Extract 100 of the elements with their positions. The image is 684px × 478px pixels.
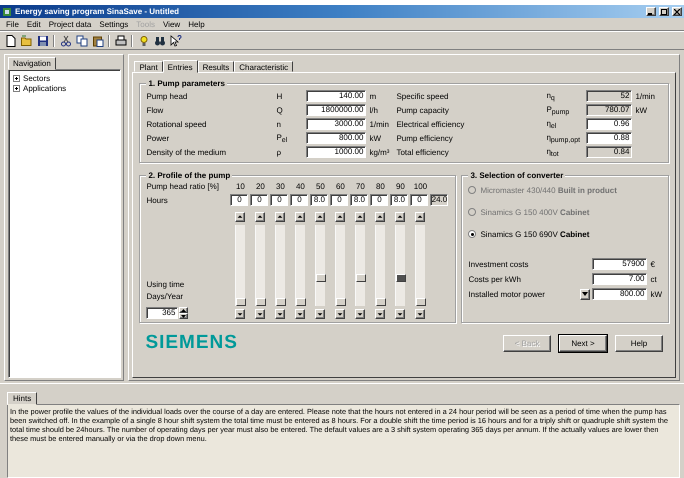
hours-field[interactable]: 0 [410,194,428,206]
unit-label: kW [649,290,662,298]
slider-down-button[interactable] [355,309,366,319]
field-label: Using time [146,280,186,289]
field-label: Investment costs [468,260,530,268]
slider-up-button[interactable] [315,212,326,222]
column-label: 30 [274,182,286,191]
input-field[interactable]: 0.88 [586,132,632,144]
tab[interactable]: Entries [162,60,198,73]
menu-item[interactable]: File [2,20,23,28]
input-field[interactable]: 800.00 [592,288,648,300]
slider-down-button[interactable] [295,309,306,319]
output-field: 780.07 [586,104,632,116]
field-label: Power [146,134,170,142]
minimize-button[interactable] [646,7,656,16]
input-field[interactable]: 800.00 [306,132,366,144]
menu-item[interactable]: Settings [95,20,132,28]
window-title: Energy saving program SinaSave - Untitled [15,7,180,16]
slider-down-button[interactable] [335,309,346,319]
tab[interactable]: Characteristic [234,61,294,72]
tree-item[interactable]: Sectors [23,74,50,82]
slider-up-button[interactable] [415,212,426,222]
expand-icon[interactable] [13,84,20,92]
field-label: Electrical efficiency [396,120,466,128]
field-label: Flow [146,106,164,114]
input-field[interactable]: 1800000.00 [306,104,366,116]
hours-field[interactable]: 8.0 [350,194,368,206]
slider-thumb[interactable] [396,274,406,282]
slider-down-button[interactable] [395,309,406,319]
slider-up-button[interactable] [255,212,266,222]
slider-up-button[interactable] [275,212,286,222]
slider-thumb[interactable] [296,298,306,306]
field-label: Pump head [146,92,188,100]
hints-tab[interactable]: Hints [7,392,38,405]
slider-down-button[interactable] [315,309,326,319]
hours-field[interactable]: 0 [230,194,248,206]
field-label: Total efficiency [396,148,450,156]
slider-up-button[interactable] [335,212,346,222]
printer-icon[interactable] [113,33,128,48]
slider-thumb[interactable] [356,274,366,282]
hours-field[interactable]: 8.0 [390,194,408,206]
slider-thumb[interactable] [376,298,386,306]
scissors-icon[interactable] [58,33,73,48]
dialog-button[interactable]: Help [615,334,663,352]
hours-field[interactable]: 0 [250,194,268,206]
unit-label: l/h [368,106,379,114]
dialog-button[interactable]: Next > [559,334,607,352]
symbol-label: η$_{el}$ [546,118,558,130]
slider-up-button[interactable] [355,212,366,222]
slider-up-button[interactable] [375,212,386,222]
slider-down-button[interactable] [255,309,266,319]
slider-up-button[interactable] [235,212,246,222]
days-field[interactable]: 365 [146,307,178,319]
close-button[interactable] [672,7,682,16]
folder-icon[interactable] [19,33,34,48]
unit-label: kg/m³ [368,148,390,156]
input-field[interactable]: 57900 [592,258,648,270]
menu-item[interactable]: Edit [22,20,45,28]
symbol-label: ρ [276,148,282,156]
slider-up-button[interactable] [295,212,306,222]
radio-button[interactable] [468,230,476,238]
radio-label: Sinamics G 150 400V Cabinet [480,208,590,216]
hours-field[interactable]: 0 [370,194,388,206]
tree-item[interactable]: Applications [23,84,66,92]
help-pointer-icon[interactable] [168,33,183,48]
expand-icon[interactable] [13,74,20,82]
input-field[interactable]: 7.00 [592,273,648,285]
menu-item[interactable]: Help [184,20,209,28]
slider-down-button[interactable] [415,309,426,319]
slider-thumb[interactable] [316,274,326,282]
tab[interactable]: Plant [134,61,163,72]
group-title: 3. Selection of converter [468,171,566,180]
input-field[interactable]: 0.96 [586,118,632,130]
slider-thumb[interactable] [276,298,286,306]
input-field[interactable]: 3000.00 [306,118,366,130]
input-field[interactable]: 1000.00 [306,146,366,158]
maximize-button[interactable] [659,7,669,16]
dropdown-button[interactable] [580,288,590,300]
slider-down-button[interactable] [375,309,386,319]
hours-field[interactable]: 8.0 [310,194,328,206]
slider-down-button[interactable] [275,309,286,319]
input-field[interactable]: 140.00 [306,90,366,102]
hours-field[interactable]: 0 [330,194,348,206]
tab[interactable]: Results [198,61,234,72]
field-label: Costs per kWh [468,274,522,284]
menu-item[interactable]: Project data [44,20,96,28]
menu-item[interactable]: View [158,20,184,28]
slider-down-button[interactable] [235,309,246,319]
copy-icon[interactable] [74,33,89,48]
slider-thumb[interactable] [416,298,426,306]
unit-label: 1/min [368,120,390,128]
slider-up-button[interactable] [395,212,406,222]
slider-thumb[interactable] [236,298,246,306]
hours-field[interactable]: 0 [290,194,308,206]
save-icon[interactable] [35,33,50,48]
slider-thumb[interactable] [256,298,266,306]
navigation-tab[interactable]: Navigation [8,57,56,70]
close-icon [674,8,680,14]
slider-thumb[interactable] [336,298,346,306]
hours-field[interactable]: 0 [270,194,288,206]
